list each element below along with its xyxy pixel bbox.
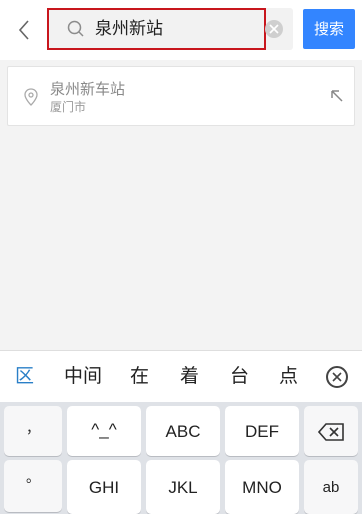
keyboard: ， 。 ^_^ ABC DEF GHI JKL MNO ab: [0, 402, 362, 514]
key-mno[interactable]: MNO: [225, 460, 299, 514]
candidate-item[interactable]: 台: [230, 364, 249, 388]
key-comma[interactable]: ，: [4, 406, 62, 456]
key-jkl[interactable]: JKL: [146, 460, 220, 514]
suggestion-city: 厦门市: [50, 100, 87, 114]
clear-icon: [269, 24, 279, 34]
key-abc[interactable]: ABC: [146, 406, 220, 456]
key-ghi[interactable]: GHI: [67, 460, 141, 514]
key-period[interactable]: 。: [4, 460, 62, 512]
clear-button[interactable]: [265, 20, 283, 38]
fill-arrow-icon[interactable]: [330, 89, 344, 103]
backspace-icon: [318, 423, 344, 441]
region-icon[interactable]: 区: [15, 365, 34, 387]
close-candidates-button[interactable]: [326, 366, 348, 388]
suggestion-item[interactable]: 泉州新车站 厦门市: [7, 66, 355, 126]
search-button[interactable]: 搜索: [303, 9, 355, 49]
close-circle-icon: [332, 372, 342, 382]
candidate-item[interactable]: 在: [130, 364, 149, 388]
key-emoticon[interactable]: ^_^: [67, 406, 141, 456]
key-def[interactable]: DEF: [225, 406, 299, 456]
backspace-key[interactable]: [304, 406, 358, 456]
key-alphabet-switch[interactable]: ab: [304, 460, 358, 514]
candidate-item[interactable]: 中间: [64, 364, 102, 388]
back-button[interactable]: [4, 8, 44, 50]
ime-candidate-bar: 区 中间 在 着 台 点: [0, 350, 362, 402]
candidate-item[interactable]: 着: [180, 364, 199, 388]
back-arrow-icon: [18, 20, 29, 40]
suggestion-name: 泉州新车站: [50, 80, 126, 98]
location-pin-icon: [24, 88, 38, 106]
search-icon: [67, 20, 84, 37]
top-bar: 搜索: [0, 0, 362, 60]
search-input[interactable]: [95, 17, 255, 41]
candidate-item[interactable]: 点: [279, 364, 298, 388]
